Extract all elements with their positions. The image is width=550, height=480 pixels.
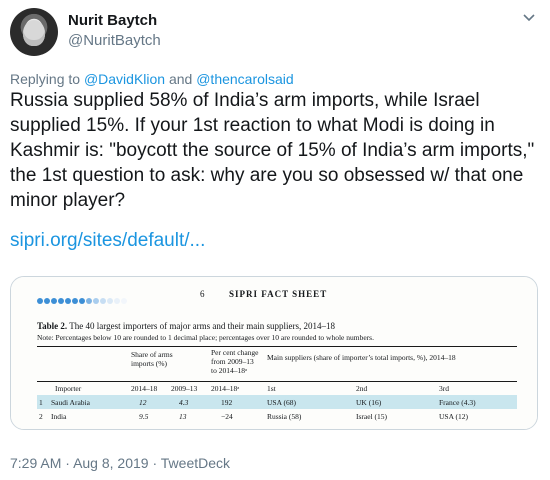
page-number: 6: [200, 289, 205, 299]
row-rank: 1: [39, 398, 43, 407]
dots-decoration: [37, 291, 128, 309]
tweet-footer: 7:29 AM · Aug 8, 2019 · TweetDeck: [10, 455, 230, 471]
col-year: 2014–18: [131, 384, 158, 393]
table-note: Note: Percentages below 10 are rounded t…: [37, 333, 374, 342]
row-supplier-1: Russia (58): [267, 412, 302, 421]
row-share-prev: 4.3: [179, 398, 189, 407]
row-supplier-2: Israel (15): [356, 412, 388, 421]
row-change: 192: [221, 398, 233, 407]
sipri-page: 6 SIPRI FACT SHEET Table 2. The 40 large…: [11, 277, 537, 429]
col-share: Share of arms imports (%): [131, 350, 173, 368]
row-importer: India: [51, 412, 67, 421]
table-title: Table 2. The 40 largest importers of maj…: [37, 321, 335, 331]
note-label: Note:: [37, 333, 54, 342]
chevron-down-icon[interactable]: [520, 10, 538, 28]
row-supplier-3: France (4.3): [439, 398, 476, 407]
row-supplier-2: UK (16): [356, 398, 382, 407]
table-title-text: The 40 largest importers of major arms a…: [67, 321, 336, 331]
col-change: Per cent change from 2009–13 to 2014–18ᵃ: [211, 348, 259, 375]
tweet-media-image[interactable]: 6 SIPRI FACT SHEET Table 2. The 40 large…: [10, 276, 538, 430]
footer-separator: ·: [152, 455, 158, 471]
tweet-text: Russia supplied 58% of India’s arm impor…: [10, 90, 535, 211]
col-year: 2014–18ᵃ: [211, 384, 240, 393]
tweet-date[interactable]: Aug 8, 2019: [73, 455, 149, 471]
col-year: 2009–13: [171, 384, 198, 393]
col-first: 1st: [267, 384, 276, 393]
tweet-time[interactable]: 7:29 AM: [10, 455, 61, 471]
tweet-source[interactable]: TweetDeck: [161, 455, 230, 471]
col-importer: Importer: [55, 384, 82, 393]
tweet-header: Nurit Baytch @NuritBaytch: [10, 8, 540, 60]
col-third: 3rd: [439, 384, 449, 393]
chevron-down-icon: [523, 14, 535, 22]
note-text: Percentages below 10 are rounded to 1 de…: [53, 333, 374, 342]
table-rule: [37, 381, 517, 382]
author-name[interactable]: Nurit Baytch: [68, 12, 157, 29]
row-share-prev: 13: [179, 412, 187, 421]
row-supplier-1: USA (68): [267, 398, 296, 407]
table-title-label: Table 2.: [37, 321, 68, 331]
footer-separator: ·: [65, 455, 70, 471]
col-suppliers: Main suppliers (share of importer’s tota…: [267, 353, 456, 362]
replying-and: and: [168, 71, 193, 87]
col-second: 2nd: [356, 384, 368, 393]
row-supplier-3: USA (12): [439, 412, 468, 421]
tweet-link[interactable]: sipri.org/sites/default/...: [10, 230, 205, 252]
row-importer: Saudi Arabia: [51, 398, 90, 407]
row-share: 12: [139, 398, 147, 407]
reply-user-link[interactable]: @thencarolsaid: [196, 71, 294, 87]
author-handle[interactable]: @NuritBaytch: [68, 32, 161, 49]
row-rank: 2: [39, 412, 43, 421]
page-header: SIPRI FACT SHEET: [229, 289, 328, 299]
reply-user-link[interactable]: @DavidKlion: [84, 71, 165, 87]
replying-prefix: Replying to: [10, 71, 81, 87]
row-share: 9.5: [139, 412, 149, 421]
table-rule: [37, 346, 517, 347]
replying-to: Replying to @DavidKlion and @thencarolsa…: [10, 71, 294, 87]
row-change: −24: [221, 412, 233, 421]
avatar[interactable]: [10, 8, 58, 56]
